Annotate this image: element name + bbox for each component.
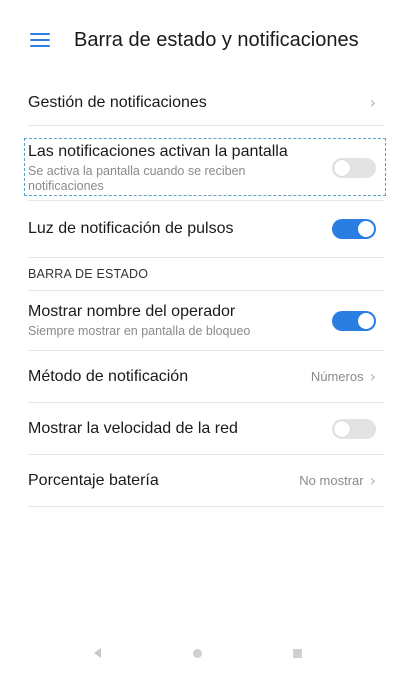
network-speed-toggle[interactable] <box>332 418 376 439</box>
notification-method-label: Método de notificación <box>28 367 189 385</box>
network-speed-label: Mostrar la velocidad de la red <box>28 419 238 437</box>
notifications-wake-screen-label: Las notificaciones activan la pantalla <box>28 142 288 160</box>
notification-management-row[interactable]: Gestión de notificaciones › <box>28 80 384 126</box>
battery-percentage-label: Porcentaje batería <box>28 471 159 489</box>
battery-percentage-value: No mostrar <box>299 473 364 488</box>
settings-list: Gestión de notificaciones › Las notifica… <box>0 80 394 507</box>
notification-method-row[interactable]: Método de notificación Números › <box>28 351 384 403</box>
battery-percentage-row[interactable]: Porcentaje batería No mostrar › <box>28 455 384 507</box>
show-operator-label: Mostrar nombre del operador <box>28 302 236 320</box>
notification-management-label: Gestión de notificaciones <box>28 93 207 111</box>
pulse-light-toggle[interactable] <box>332 219 376 239</box>
recents-icon[interactable] <box>247 648 347 658</box>
home-icon[interactable] <box>147 648 247 658</box>
notification-method-value: Números <box>310 369 364 384</box>
hamburger-menu-icon[interactable] <box>30 33 50 47</box>
back-icon[interactable] <box>47 648 147 658</box>
section-header-status-bar: BARRA DE ESTADO <box>28 258 384 291</box>
pulse-light-label: Luz de notificación de pulsos <box>28 220 234 237</box>
chevron-right-icon: › <box>369 367 376 386</box>
page-title: Barra de estado y notificaciones <box>74 28 359 51</box>
show-operator-sub: Siempre mostrar en pantalla de bloqueo <box>28 323 251 338</box>
notifications-wake-screen-row[interactable]: Las notificaciones activan la pantalla S… <box>24 136 386 200</box>
pulse-light-row[interactable]: Luz de notificación de pulsos <box>28 200 384 258</box>
chevron-right-icon: › <box>369 93 376 112</box>
network-speed-row[interactable]: Mostrar la velocidad de la red <box>28 403 384 455</box>
chevron-right-icon: › <box>369 471 376 490</box>
notifications-wake-screen-toggle[interactable] <box>332 158 376 178</box>
app-header: Barra de estado y notificaciones <box>0 0 394 80</box>
notifications-wake-screen-sub: Se activa la pantalla cuando se reciben … <box>28 163 246 193</box>
system-nav-bar <box>0 629 394 677</box>
show-operator-row[interactable]: Mostrar nombre del operador Siempre most… <box>28 291 384 351</box>
show-operator-toggle[interactable] <box>332 310 376 331</box>
